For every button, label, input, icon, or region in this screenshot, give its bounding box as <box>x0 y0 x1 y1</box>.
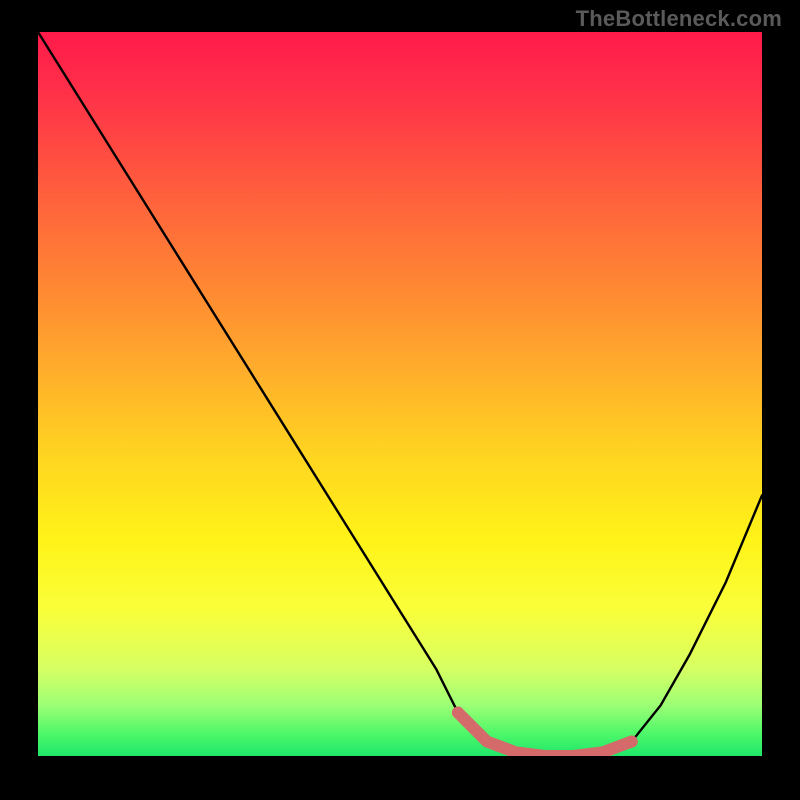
highlight-endpoint-right <box>626 736 638 748</box>
highlight-endpoint-left <box>452 707 464 719</box>
bottleneck-curve-path <box>38 32 762 756</box>
curve-svg <box>38 32 762 756</box>
plot-area <box>38 32 762 756</box>
watermark-text: TheBottleneck.com <box>576 6 782 32</box>
optimal-range-highlight <box>458 713 632 756</box>
chart-container: TheBottleneck.com <box>0 0 800 800</box>
